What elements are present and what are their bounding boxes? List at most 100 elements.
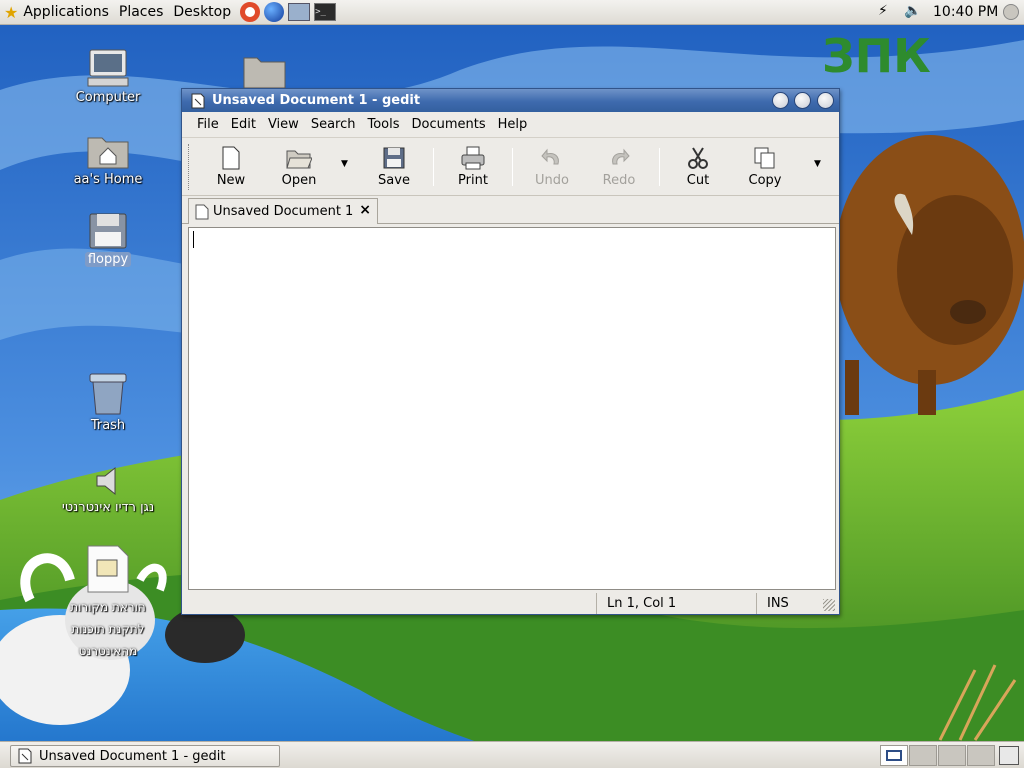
workspace-3[interactable]	[938, 745, 966, 766]
menu-edit[interactable]: Edit	[225, 117, 262, 132]
workspace-4[interactable]	[967, 745, 995, 766]
taskbar-label: Unsaved Document 1 - gedit	[39, 748, 226, 764]
open-button-label: Open	[281, 173, 317, 188]
places-menu[interactable]: Places	[114, 0, 169, 25]
open-folder-icon	[286, 150, 312, 169]
scissors-icon	[688, 147, 708, 169]
clock[interactable]: 10:40 PM	[933, 0, 998, 25]
print-button[interactable]: Print	[446, 146, 500, 188]
floppy-icon	[89, 213, 127, 249]
new-button-label: New	[216, 173, 246, 188]
toolbar-separator	[659, 148, 660, 186]
undo-button[interactable]: Undo	[525, 146, 579, 188]
network-icon[interactable]: ⚡	[878, 3, 898, 21]
speaker-icon	[96, 466, 116, 496]
window-title: Unsaved Document 1 - gedit	[212, 93, 421, 108]
gedit-window: Unsaved Document 1 - gedit File Edit Vie…	[181, 88, 840, 615]
trash-applet-icon[interactable]	[999, 746, 1019, 765]
toolbar-handle[interactable]	[188, 144, 191, 190]
desktop-menu[interactable]: Desktop	[168, 0, 236, 25]
redo-arrow-icon	[612, 148, 630, 165]
tab-unsaved-document[interactable]: Unsaved Document 1 ×	[188, 198, 378, 224]
desktop-icon-document[interactable]: הוראת מקורות לתקנת תוכנות מהאינטרנט	[53, 544, 163, 662]
window-thumbnail	[886, 750, 902, 761]
desktop-icon-label: Computer	[75, 90, 141, 105]
trash-icon	[89, 373, 127, 415]
menu-tools[interactable]: Tools	[361, 117, 405, 132]
desktop-icon-label: Trash	[90, 418, 126, 433]
tab-document-icon	[195, 204, 209, 219]
toolbar-separator	[512, 148, 513, 186]
new-button[interactable]: New	[204, 146, 258, 188]
menu-file[interactable]: File	[191, 117, 225, 132]
copy-button[interactable]: Copy	[738, 146, 792, 188]
desktop-icon-floppy[interactable]: floppy	[53, 212, 163, 267]
new-document-icon	[222, 146, 240, 170]
open-recent-dropdown-icon[interactable]: ▼	[341, 159, 348, 169]
menubar: File Edit View Search Tools Documents He…	[182, 112, 839, 138]
desktop-icon-label: aa's Home	[73, 172, 143, 187]
copy-button-label: Copy	[748, 173, 782, 188]
desktop-icon-label: הוראת מקורות לתקנת תוכנות מהאינטרנט	[70, 600, 146, 658]
close-window-button[interactable]	[817, 92, 834, 109]
wallpaper-logo: ЗПК	[822, 29, 931, 83]
desktop-icon-radio[interactable]: נגן רדיו אינטרנטי	[53, 464, 163, 515]
applications-menu[interactable]: Applications	[18, 0, 114, 25]
tab-close-icon[interactable]: ×	[359, 202, 371, 218]
computer-icon	[87, 49, 129, 87]
menu-documents[interactable]: Documents	[406, 117, 492, 132]
web-browser-icon[interactable]	[264, 2, 285, 22]
home-folder-icon	[87, 137, 129, 169]
cut-button[interactable]: Cut	[671, 146, 725, 188]
text-document-icon	[87, 545, 129, 593]
power-icon[interactable]	[1003, 4, 1019, 20]
terminal-icon[interactable]: >_	[314, 3, 337, 21]
open-button[interactable]: Open	[272, 146, 326, 188]
menu-view[interactable]: View	[262, 117, 305, 132]
redo-button-label: Redo	[602, 173, 636, 188]
gnome-foot-icon[interactable]: ★	[4, 3, 18, 22]
help-lifebuoy-icon[interactable]	[240, 2, 261, 22]
text-editor[interactable]	[188, 227, 836, 590]
menu-search[interactable]: Search	[305, 117, 362, 132]
menu-help[interactable]: Help	[492, 117, 534, 132]
insert-mode: INS	[756, 593, 816, 614]
toolbar: New Open ▼ Save Print Undo Redo Cut Copy…	[182, 138, 839, 196]
tab-bar: Unsaved Document 1 ×	[182, 196, 839, 224]
desktop-icon-computer[interactable]: Computer	[53, 48, 163, 105]
document-icon	[191, 93, 205, 108]
toolbar-overflow-icon[interactable]: ▼	[814, 159, 821, 169]
bottom-panel: Unsaved Document 1 - gedit	[0, 741, 1024, 768]
resize-grip[interactable]	[823, 599, 835, 611]
desktop-icon-label: נגן רדיו אינטרנטי	[61, 500, 155, 515]
toolbar-separator	[433, 148, 434, 186]
undo-button-label: Undo	[535, 173, 569, 188]
taskbar-gedit-button[interactable]: Unsaved Document 1 - gedit	[10, 745, 280, 767]
save-button-label: Save	[378, 173, 410, 188]
desktop-icon-home[interactable]: aa's Home	[53, 132, 163, 187]
undo-arrow-icon	[541, 148, 559, 165]
minimize-button[interactable]	[772, 92, 789, 109]
save-button[interactable]: Save	[367, 146, 421, 188]
top-panel: ★ Applications Places Desktop >_ ⚡ 🔈 10:…	[0, 0, 1024, 25]
folder-icon[interactable]	[243, 54, 287, 90]
printer-icon	[461, 146, 485, 170]
save-disk-icon	[383, 147, 405, 169]
tab-label: Unsaved Document 1	[213, 204, 354, 219]
text-caret	[193, 231, 194, 248]
gedit-taskbar-icon	[18, 748, 32, 764]
desktop-icon-trash[interactable]: Trash	[53, 372, 163, 433]
desktop-icon-label: floppy	[84, 252, 132, 267]
print-button-label: Print	[458, 173, 488, 188]
cut-button-label: Cut	[686, 173, 710, 188]
volume-icon[interactable]: 🔈	[904, 3, 926, 21]
maximize-button[interactable]	[794, 92, 811, 109]
window-titlebar[interactable]: Unsaved Document 1 - gedit	[182, 89, 839, 112]
status-bar: Ln 1, Col 1 INS	[182, 593, 839, 614]
cursor-position: Ln 1, Col 1	[596, 593, 756, 614]
mail-client-icon[interactable]	[288, 3, 311, 21]
workspace-2[interactable]	[909, 745, 937, 766]
workspace-1[interactable]	[880, 745, 908, 766]
copy-icon	[754, 147, 775, 169]
redo-button[interactable]: Redo	[592, 146, 646, 188]
